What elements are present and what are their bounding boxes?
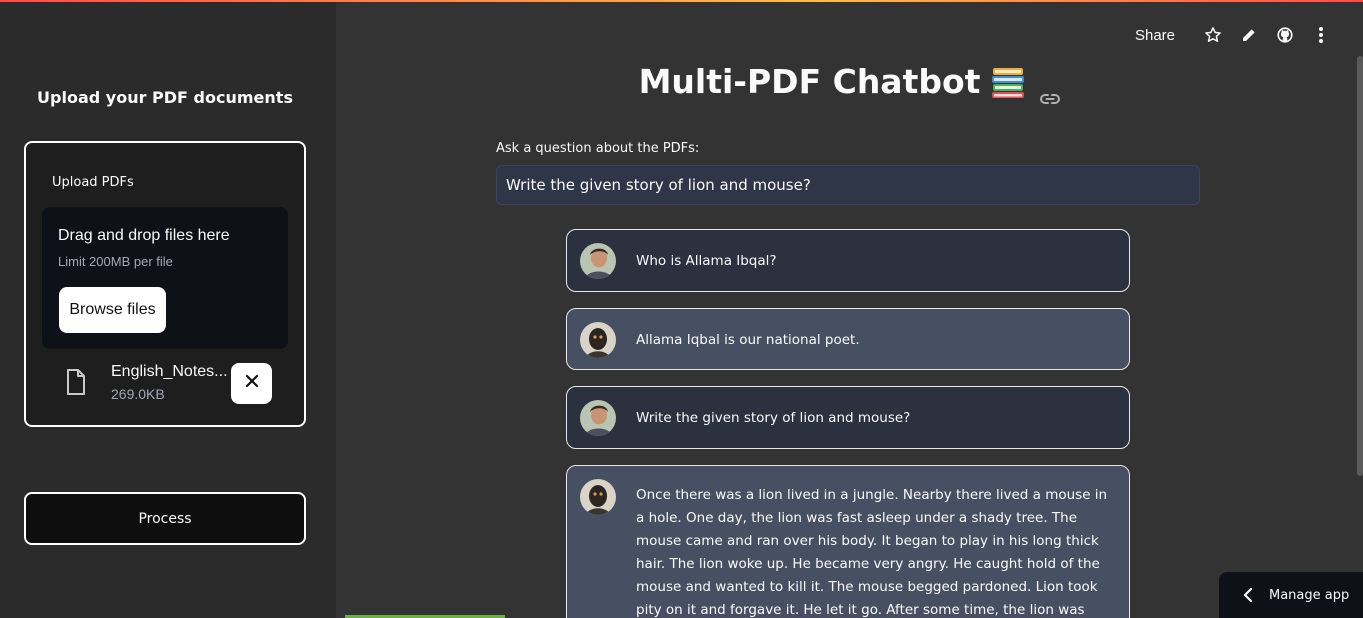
chevron-left-icon [1243, 588, 1253, 602]
user-avatar [580, 243, 616, 279]
uploaded-file: English_Notes... 269.0KB [42, 357, 288, 409]
scrollbar[interactable] [1357, 56, 1363, 476]
file-dropzone[interactable]: Drag and drop files here Limit 200MB per… [42, 207, 288, 349]
page-title: Multi-PDF Chatbot [336, 62, 1363, 104]
user-avatar [580, 400, 616, 436]
books-icon [990, 64, 1026, 100]
github-icon[interactable] [1267, 24, 1303, 46]
file-icon [66, 369, 86, 395]
app-toolbar: Share [1135, 24, 1339, 46]
page-title-text: Multi-PDF Chatbot [638, 62, 981, 101]
bot-avatar [580, 322, 616, 358]
question-input[interactable] [496, 165, 1200, 205]
remove-file-button[interactable] [231, 363, 272, 404]
chat-message-user: Write the given story of lion and mouse? [566, 386, 1130, 449]
question-label: Ask a question about the PDFs: [496, 141, 700, 156]
file-size: 269.0KB [111, 386, 165, 402]
message-text: Allama Iqbal is our national poet. [636, 332, 860, 348]
browse-files-button[interactable]: Browse files [59, 287, 166, 333]
manage-app-button[interactable]: Manage app [1219, 572, 1363, 618]
process-button[interactable]: Process [24, 492, 306, 545]
bot-avatar [580, 479, 616, 515]
link-icon[interactable] [1040, 75, 1061, 104]
chat-message-user: Who is Allama Ibqal? [566, 229, 1130, 292]
share-button[interactable]: Share [1135, 27, 1175, 44]
dropzone-limit: Limit 200MB per file [58, 254, 173, 269]
dropzone-text: Drag and drop files here [58, 227, 230, 244]
close-icon [245, 374, 259, 393]
message-text: Write the given story of lion and mouse? [636, 410, 911, 426]
uploader-label: Upload PDFs [52, 175, 134, 190]
pencil-icon[interactable] [1231, 24, 1267, 46]
message-text: Once there was a lion lived in a jungle.… [636, 487, 1108, 618]
pdf-uploader: Upload PDFs Drag and drop files here Lim… [24, 141, 306, 427]
message-text: Who is Allama Ibqal? [636, 253, 777, 269]
chat-message-bot: Allama Iqbal is our national poet. [566, 308, 1130, 370]
more-vert-icon[interactable] [1303, 24, 1339, 46]
chat-message-bot: Once there was a lion lived in a jungle.… [566, 465, 1130, 618]
manage-app-label: Manage app [1269, 587, 1350, 603]
sidebar: Upload your PDF documents Upload PDFs Dr… [0, 2, 336, 618]
star-icon[interactable] [1195, 24, 1231, 46]
file-name: English_Notes... [111, 363, 228, 380]
sidebar-title: Upload your PDF documents [37, 88, 293, 107]
